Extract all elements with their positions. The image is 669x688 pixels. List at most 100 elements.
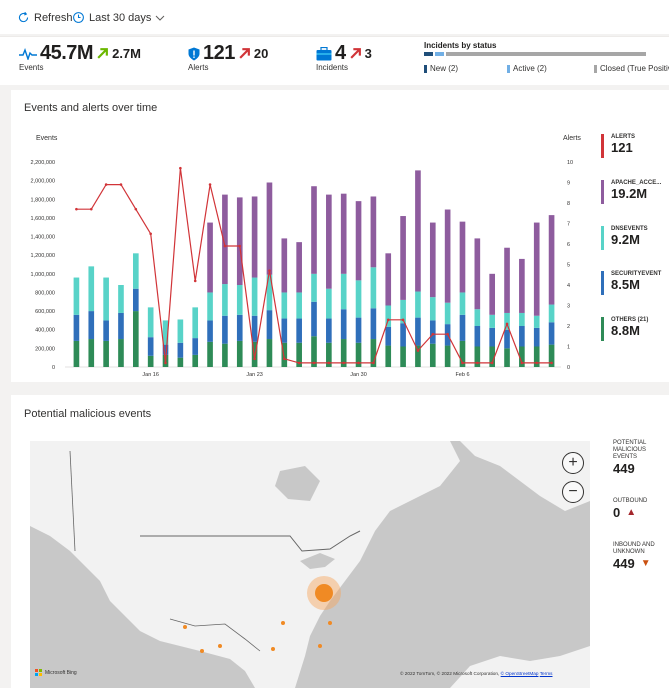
bar-securityevent	[474, 326, 481, 347]
alerts-point	[312, 361, 316, 365]
bar-apache	[370, 196, 377, 268]
bar-securityevent	[281, 318, 288, 343]
bar-others	[266, 339, 273, 367]
legend-swatch	[601, 226, 604, 250]
alerts-point	[357, 361, 360, 365]
y-tick-label: 600,000	[35, 309, 55, 315]
alerts-point	[223, 244, 227, 248]
bar-securityevent	[207, 320, 213, 342]
y-tick-label: 1,600,000	[31, 216, 55, 222]
bar-dnsevents	[489, 314, 496, 328]
legend-item[interactable]: APACHE_ACCE... 19.2M	[601, 180, 661, 204]
bar-securityevent	[236, 314, 243, 341]
bar-securityevent	[266, 310, 273, 340]
hotspot-marker[interactable]	[315, 584, 333, 602]
y2-tick-label: 8	[567, 201, 570, 207]
bar-securityevent	[118, 312, 124, 340]
event-marker[interactable]	[271, 647, 275, 651]
legend-value: 9.2M	[611, 232, 640, 247]
bar-apache	[489, 273, 496, 315]
event-marker[interactable]	[183, 625, 187, 629]
alerts-point	[238, 244, 242, 248]
map-attribution: © 2022 TomTom, © 2022 Microsoft Corporat…	[400, 671, 552, 676]
bar-others	[222, 343, 228, 367]
legend-text: APACHE_ACCE... 19.2M	[611, 180, 661, 204]
alerts-point	[490, 361, 494, 365]
refresh-button[interactable]: Refresh	[17, 11, 73, 24]
time-range-label: Last 30 days	[89, 11, 152, 24]
zoom-in-button[interactable]: +	[562, 452, 584, 474]
terms-link[interactable]: Terms	[540, 671, 553, 676]
alerts-point	[386, 318, 390, 322]
bar-securityevent	[177, 342, 184, 358]
legend-item[interactable]: ALERTS 121	[601, 134, 635, 158]
kpi-alerts[interactable]: 121 20 Alerts	[188, 42, 268, 72]
world-map[interactable]: + − Microsoft Bing © 2022 TomTom, © 2022…	[30, 441, 590, 688]
bar-others	[73, 340, 80, 367]
event-marker[interactable]	[281, 621, 285, 625]
legend-value: 8.8M	[611, 323, 640, 338]
microsoft-logo-icon	[35, 669, 42, 676]
bar-apache	[355, 201, 362, 281]
y-tick-label: 1,800,000	[31, 197, 55, 203]
alerts-point	[461, 361, 464, 365]
alerts-point	[134, 207, 138, 211]
stat-inbound-unknown: INBOUND AND UNKNOWN 449 ▼	[613, 542, 669, 571]
legend-swatch	[507, 64, 510, 73]
bar-dnsevents	[73, 277, 80, 315]
alerts-point	[104, 183, 108, 186]
bar-others	[132, 311, 139, 367]
event-marker[interactable]	[318, 644, 322, 648]
bar-dnsevents	[118, 285, 124, 313]
legend-swatch	[594, 64, 597, 73]
legend-item[interactable]: SECURITYEVENT 8.5M	[601, 271, 661, 295]
bar-dnsevents	[296, 292, 302, 319]
zoom-out-button[interactable]: −	[562, 481, 584, 503]
osm-link[interactable]: © OpenStreetMap	[501, 671, 539, 676]
alerts-point	[476, 361, 479, 365]
bar-apache	[400, 216, 406, 300]
status-active-label: Active (2)	[513, 64, 547, 73]
bar-dnsevents	[251, 277, 258, 316]
incidents-status-title: Incidents by status	[424, 41, 497, 50]
bar-securityevent	[88, 311, 95, 340]
stat-value: 449	[613, 556, 635, 571]
y-tick-label: 400,000	[35, 328, 55, 334]
alerts-point	[520, 361, 524, 365]
event-marker[interactable]	[200, 649, 204, 653]
event-marker[interactable]	[328, 621, 332, 625]
time-range-dropdown[interactable]: Last 30 days	[72, 11, 165, 24]
bar-dnsevents	[459, 292, 466, 315]
events-count: 45.7M	[40, 42, 94, 64]
y-tick-label: 200,000	[35, 346, 55, 352]
bar-securityevent	[533, 327, 540, 347]
incidents-by-status[interactable]: Incidents by status New (2) Active (2) C…	[424, 41, 669, 76]
legend-swatch	[601, 134, 604, 158]
bar-securityevent	[326, 318, 332, 343]
bar-securityevent	[147, 337, 154, 356]
bar-apache	[504, 247, 510, 313]
status-legend-new: New (2)	[424, 64, 458, 73]
arrow-up-icon: ▲	[626, 507, 637, 518]
bar-others	[236, 340, 243, 367]
status-bar-new	[424, 52, 433, 56]
status-bar-closed	[446, 52, 646, 56]
legend-item[interactable]: OTHERS (21) 8.8M	[601, 317, 648, 341]
y-tick-label: 2,000,000	[31, 179, 55, 185]
bar-others	[429, 343, 436, 367]
status-legend-closed: Closed (True Positiv	[594, 64, 669, 73]
legend-item[interactable]: DNSEVENTS 9.2M	[601, 226, 648, 250]
bar-apache	[236, 197, 243, 285]
bar-dnsevents	[147, 307, 154, 338]
bar-dnsevents	[340, 273, 347, 310]
alerts-point	[119, 183, 123, 186]
bar-dnsevents	[429, 297, 436, 321]
event-marker[interactable]	[218, 644, 222, 648]
y2-tick-label: 1	[567, 345, 570, 351]
kpi-incidents[interactable]: 4 3 Incidents	[316, 42, 372, 72]
stat-potential-malicious: POTENTIAL MALICIOUS EVENTS 449	[613, 440, 669, 476]
kpi-events[interactable]: 45.7M 2.7M Events	[19, 42, 141, 72]
bar-apache	[207, 222, 213, 293]
stat-outbound: OUTBOUND 0 ▲	[613, 498, 669, 520]
bar-others	[177, 357, 184, 367]
